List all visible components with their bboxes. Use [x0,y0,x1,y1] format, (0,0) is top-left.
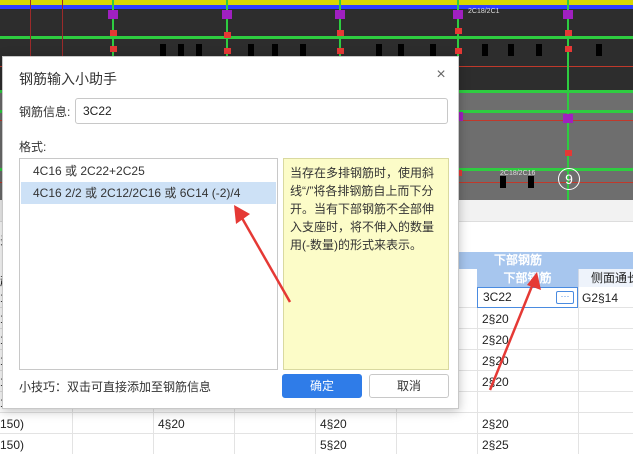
header-side-rebar: 侧面通长 [578,269,633,287]
rebar-info-label: 钢筋信息: [19,105,71,119]
ok-button[interactable]: 确定 [282,374,362,398]
cad-block [528,176,534,188]
table-cell[interactable]: 4§20 [158,414,185,434]
cad-block [272,44,278,56]
tip-text: 小技巧：双击可直接添加至钢筋信息 [19,380,212,394]
header-group-bottom-rebar: 下部钢筋 [458,252,578,269]
table-cell[interactable]: 5§20 [320,435,347,454]
cad-block [300,44,306,56]
cad-block [430,44,436,56]
dialog-title: 钢筋输入小助手 [19,71,117,87]
rebar-info-input[interactable] [75,98,448,124]
close-icon[interactable]: × [434,67,448,83]
active-cell-bottom-rebar[interactable]: 3C22 ··· [477,287,578,308]
format-list[interactable]: 4C16 或 2C22+2C25 4C16 2/2 或 2C12/2C16 或 … [19,158,278,370]
format-list-item-selected[interactable]: 4C16 2/2 或 2C12/2C16 或 6C14 (-2)/4 [21,182,276,204]
table-row [0,434,633,454]
cad-block [398,44,404,56]
cancel-button[interactable]: 取消 [369,374,449,398]
rebar-input-assistant-dialog: 钢筋输入小助手 × 钢筋信息: 格式: 4C16 或 2C22+2C25 4C1… [2,56,459,409]
grid-line [578,287,579,454]
table-cell[interactable]: 2§20 [482,309,509,329]
cad-block [196,44,202,56]
header-bottom-rebar: 下部钢筋 [477,269,578,287]
cad-axis-number: 9 [558,168,580,190]
table-cell[interactable]: 2§20 [482,351,509,371]
cad-block [500,176,506,188]
cad-block [178,44,184,56]
cad-block [596,44,602,56]
header-group-filler [578,252,633,269]
cad-block [160,44,166,56]
grid-line [477,287,478,454]
more-options-icon[interactable]: ··· [556,291,574,304]
table-cell[interactable]: 150) [0,414,24,434]
format-label: 格式: [19,140,47,154]
table-cell[interactable]: 150) [0,435,24,454]
cad-block [248,44,254,56]
cad-blue-line [0,5,633,9]
cad-rebar-label: 2C18/2C1 [468,8,500,15]
table-cell[interactable]: 2§20 [482,414,509,434]
cad-green-line [0,36,633,39]
table-cell[interactable]: G2§14 [582,288,618,308]
table-cell[interactable]: 4§20 [320,414,347,434]
cad-block [482,44,488,56]
table-cell[interactable]: 2§20 [482,372,509,392]
cad-rebar-label: 2C18/2C16 [500,170,536,177]
format-hint-panel: 当存在多排钢筋时，使用斜线“/”将各排钢筋自上而下分开。当有下部钢筋不全部伸入支… [283,158,449,370]
table-row [0,413,633,434]
cad-block [536,44,542,56]
cad-block [376,44,382,56]
table-cell[interactable]: 2§20 [482,330,509,350]
table-cell[interactable]: 2§25 [482,435,509,454]
cad-block [508,44,514,56]
active-cell-value: 3C22 [483,290,512,304]
format-list-item[interactable]: 4C16 或 2C22+2C25 [21,160,276,182]
